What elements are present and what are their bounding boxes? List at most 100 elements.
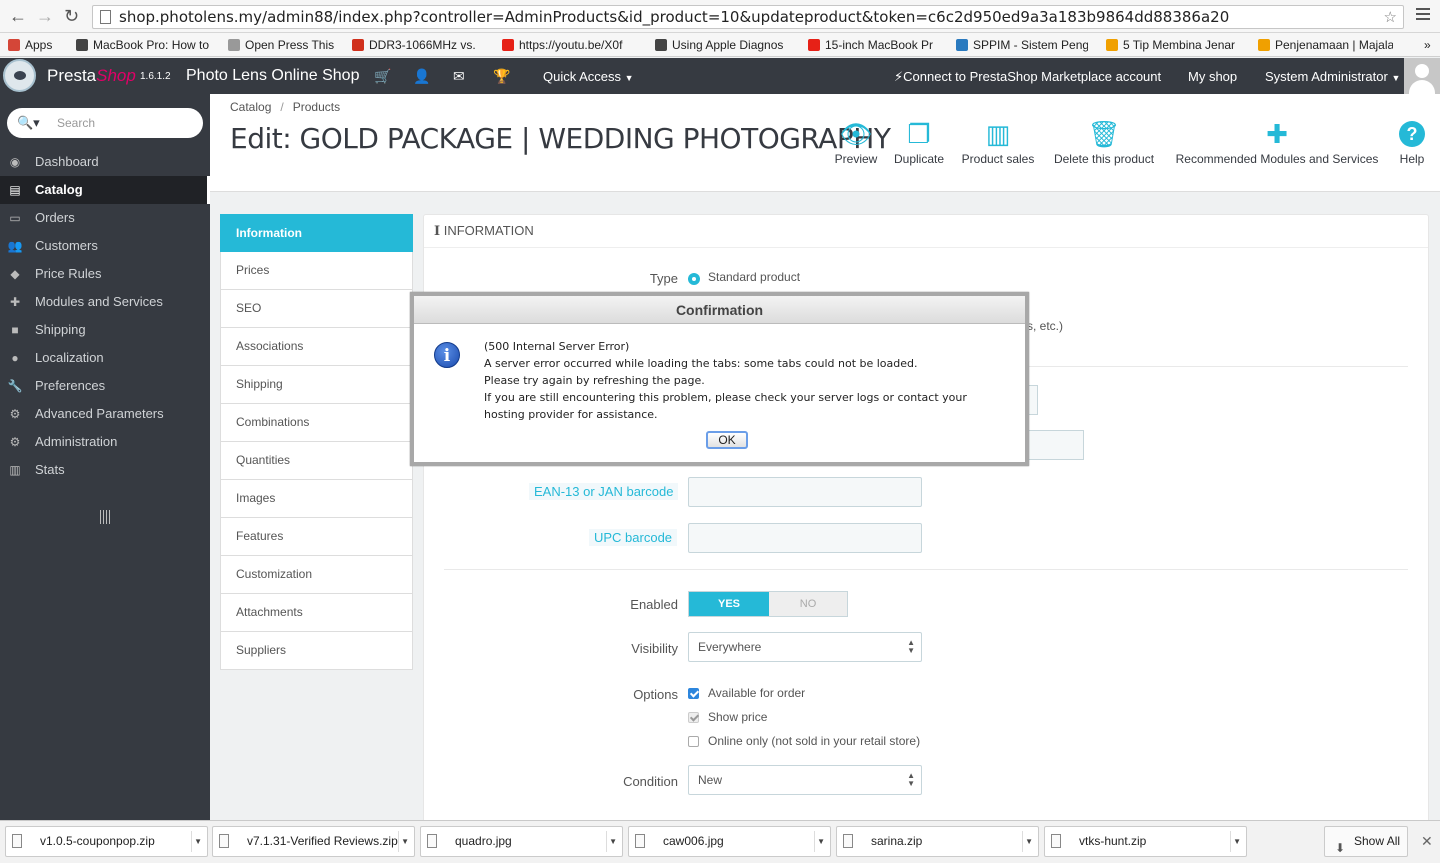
my-shop-link[interactable]: My shop bbox=[1188, 69, 1237, 84]
tab-combinations[interactable]: Combinations bbox=[220, 404, 413, 442]
visibility-select[interactable]: Everywhere ▲ ▼ bbox=[688, 632, 922, 662]
tab-prices[interactable]: Prices bbox=[220, 252, 413, 290]
toolbar-delete-this-product-button[interactable]: 🗑 Delete this product bbox=[1033, 116, 1176, 166]
partially-hidden-input[interactable] bbox=[1028, 385, 1038, 415]
upc-input[interactable] bbox=[688, 523, 922, 553]
bookmark-item[interactable]: Penjenamaan | Majala bbox=[1258, 38, 1393, 54]
breadcrumb-item[interactable]: Products bbox=[293, 100, 340, 114]
toolbar-duplicate-button[interactable]: ❐ Duplicate bbox=[883, 116, 956, 166]
tab-information[interactable]: Information bbox=[220, 214, 413, 252]
download-item[interactable]: v7.1.31-Verified Reviews.zip ▼ bbox=[212, 826, 415, 857]
show-price-checkbox[interactable] bbox=[688, 712, 699, 723]
breadcrumb-item[interactable]: Catalog bbox=[230, 100, 271, 114]
bookmark-item[interactable]: Open Press This bbox=[228, 38, 340, 54]
user-icon[interactable]: 👤 bbox=[413, 68, 430, 85]
tab-images[interactable]: Images bbox=[220, 480, 413, 518]
toolbar-help-button[interactable]: ? Help bbox=[1393, 116, 1431, 166]
bookmark-item[interactable]: https://youtu.be/X0f bbox=[502, 38, 642, 54]
sidebar-item-modules-and-services[interactable]: ✚ Modules and Services bbox=[0, 288, 210, 316]
chevron-down-icon[interactable]: ▼ bbox=[817, 827, 825, 856]
sidebar-item-orders[interactable]: ▭ Orders bbox=[0, 204, 210, 232]
download-item[interactable]: quadro.jpg ▼ bbox=[420, 826, 623, 857]
sidebar-item-stats[interactable]: ▥ Stats bbox=[0, 456, 210, 484]
partially-hidden-input[interactable] bbox=[1028, 430, 1084, 460]
condition-select[interactable]: New ▲ ▼ bbox=[688, 765, 922, 795]
online-only-checkbox[interactable] bbox=[688, 736, 699, 747]
close-icon[interactable]: ✕ bbox=[1421, 833, 1433, 850]
envelope-icon[interactable]: ✉ bbox=[453, 68, 465, 85]
bookmark-item[interactable]: Apps bbox=[8, 38, 68, 54]
reload-icon[interactable]: ↻ bbox=[64, 6, 79, 26]
users-icon: 👥 bbox=[7, 239, 23, 253]
tab-features[interactable]: Features bbox=[220, 518, 413, 556]
prestashop-logo-icon[interactable] bbox=[3, 59, 36, 92]
ok-button[interactable]: OK bbox=[706, 431, 748, 449]
bookmark-item[interactable]: 5 Tip Membina Jenar bbox=[1106, 38, 1238, 54]
divider bbox=[191, 831, 192, 852]
sidebar-item-catalog[interactable]: ▤ Catalog bbox=[0, 176, 210, 204]
chevron-down-icon[interactable]: ▼ bbox=[609, 827, 617, 856]
show-all-downloads-button[interactable]: ⬇ Show All bbox=[1324, 826, 1408, 857]
caret-down-icon: ▼ bbox=[1391, 73, 1401, 83]
bookmark-item[interactable]: DDR3-1066MHz vs. bbox=[352, 38, 482, 54]
enabled-toggle[interactable]: YES NO bbox=[688, 591, 848, 617]
search-icon[interactable]: 🔍▾ bbox=[17, 108, 40, 138]
chevron-down-icon[interactable]: ▼ bbox=[1233, 827, 1241, 856]
download-filename: vtks-hunt.zip bbox=[1079, 834, 1147, 848]
tab-quantities[interactable]: Quantities bbox=[220, 442, 413, 480]
enabled-no-option[interactable]: NO bbox=[769, 592, 847, 616]
sidebar-item-shipping[interactable]: ■ Shipping bbox=[0, 316, 210, 344]
download-item[interactable]: caw006.jpg ▼ bbox=[628, 826, 831, 857]
sidebar-item-preferences[interactable]: 🔧 Preferences bbox=[0, 372, 210, 400]
tab-suppliers[interactable]: Suppliers bbox=[220, 632, 413, 670]
search-input[interactable]: 🔍▾ Search bbox=[7, 108, 203, 138]
bookmark-item[interactable]: SPPIM - Sistem Peng bbox=[956, 38, 1088, 54]
toolbar-preview-button[interactable]: 👁 Preview bbox=[827, 116, 886, 166]
collapse-sidebar-icon[interactable] bbox=[100, 510, 111, 524]
address-bar[interactable]: shop.photolens.my/admin88/index.php?cont… bbox=[92, 5, 1404, 29]
chevron-down-icon[interactable]: ▼ bbox=[1025, 827, 1033, 856]
tab-shipping[interactable]: Shipping bbox=[220, 366, 413, 404]
trophy-icon[interactable]: 🏆 bbox=[493, 68, 510, 85]
user-menu-dropdown[interactable]: System Administrator ▼ bbox=[1265, 69, 1400, 84]
marketplace-connect-link[interactable]: ⚡Connect to PrestaShop Marketplace accou… bbox=[894, 69, 1161, 85]
chevron-down-icon[interactable]: ▼ bbox=[401, 827, 409, 856]
browser-menu-icon[interactable] bbox=[1416, 8, 1430, 23]
tab-attachments[interactable]: Attachments bbox=[220, 594, 413, 632]
bookmark-item[interactable]: MacBook Pro: How to bbox=[76, 38, 216, 54]
star-icon[interactable]: ☆ bbox=[1384, 6, 1397, 28]
avatar[interactable] bbox=[1404, 58, 1440, 94]
forward-arrow-icon[interactable]: → bbox=[36, 6, 54, 26]
download-item[interactable]: v1.0.5-couponpop.zip ▼ bbox=[5, 826, 208, 857]
chevron-down-icon[interactable]: ▼ bbox=[194, 827, 202, 856]
standard-product-radio[interactable] bbox=[688, 273, 700, 285]
bookmark-item[interactable]: 15-inch MacBook Pr bbox=[808, 38, 940, 54]
quick-access-dropdown[interactable]: Quick Access ▼ bbox=[543, 69, 634, 84]
cart-icon[interactable]: 🛒 bbox=[374, 68, 391, 85]
back-arrow-icon[interactable]: ← bbox=[9, 6, 27, 26]
shop-name-link[interactable]: Photo Lens Online Shop bbox=[186, 67, 359, 85]
brand-logo[interactable]: PrestaShop bbox=[47, 66, 136, 86]
caret-down-icon: ▼ bbox=[624, 73, 634, 83]
sidebar-item-label: Localization bbox=[35, 350, 104, 365]
sidebar-item-advanced-parameters[interactable]: ⚙ Advanced Parameters bbox=[0, 400, 210, 428]
toolbar-recommended-modules-and-services-button[interactable]: ✚ Recommended Modules and Services bbox=[1160, 116, 1394, 166]
tab-customization[interactable]: Customization bbox=[220, 556, 413, 594]
sidebar-item-dashboard[interactable]: ◉ Dashboard bbox=[0, 148, 210, 176]
download-item[interactable]: sarina.zip ▼ bbox=[836, 826, 1039, 857]
sidebar-item-customers[interactable]: 👥 Customers bbox=[0, 232, 210, 260]
tab-seo[interactable]: SEO bbox=[220, 290, 413, 328]
eye-icon: 👁 bbox=[839, 119, 873, 149]
show-all-label: Show All bbox=[1354, 834, 1401, 848]
download-item[interactable]: vtks-hunt.zip ▼ bbox=[1044, 826, 1247, 857]
tab-associations[interactable]: Associations bbox=[220, 328, 413, 366]
available-for-order-checkbox[interactable] bbox=[688, 688, 699, 699]
bookmark-item[interactable]: Using Apple Diagnos bbox=[655, 38, 795, 54]
enabled-yes-option[interactable]: YES bbox=[689, 592, 769, 616]
sidebar-item-administration[interactable]: ⚙ Administration bbox=[0, 428, 210, 456]
sidebar-item-localization[interactable]: ● Localization bbox=[0, 344, 210, 372]
ean-input[interactable] bbox=[688, 477, 922, 507]
more-bookmarks-icon[interactable]: » bbox=[1424, 38, 1431, 54]
file-icon bbox=[427, 834, 437, 848]
sidebar-item-price-rules[interactable]: ◆ Price Rules bbox=[0, 260, 210, 288]
